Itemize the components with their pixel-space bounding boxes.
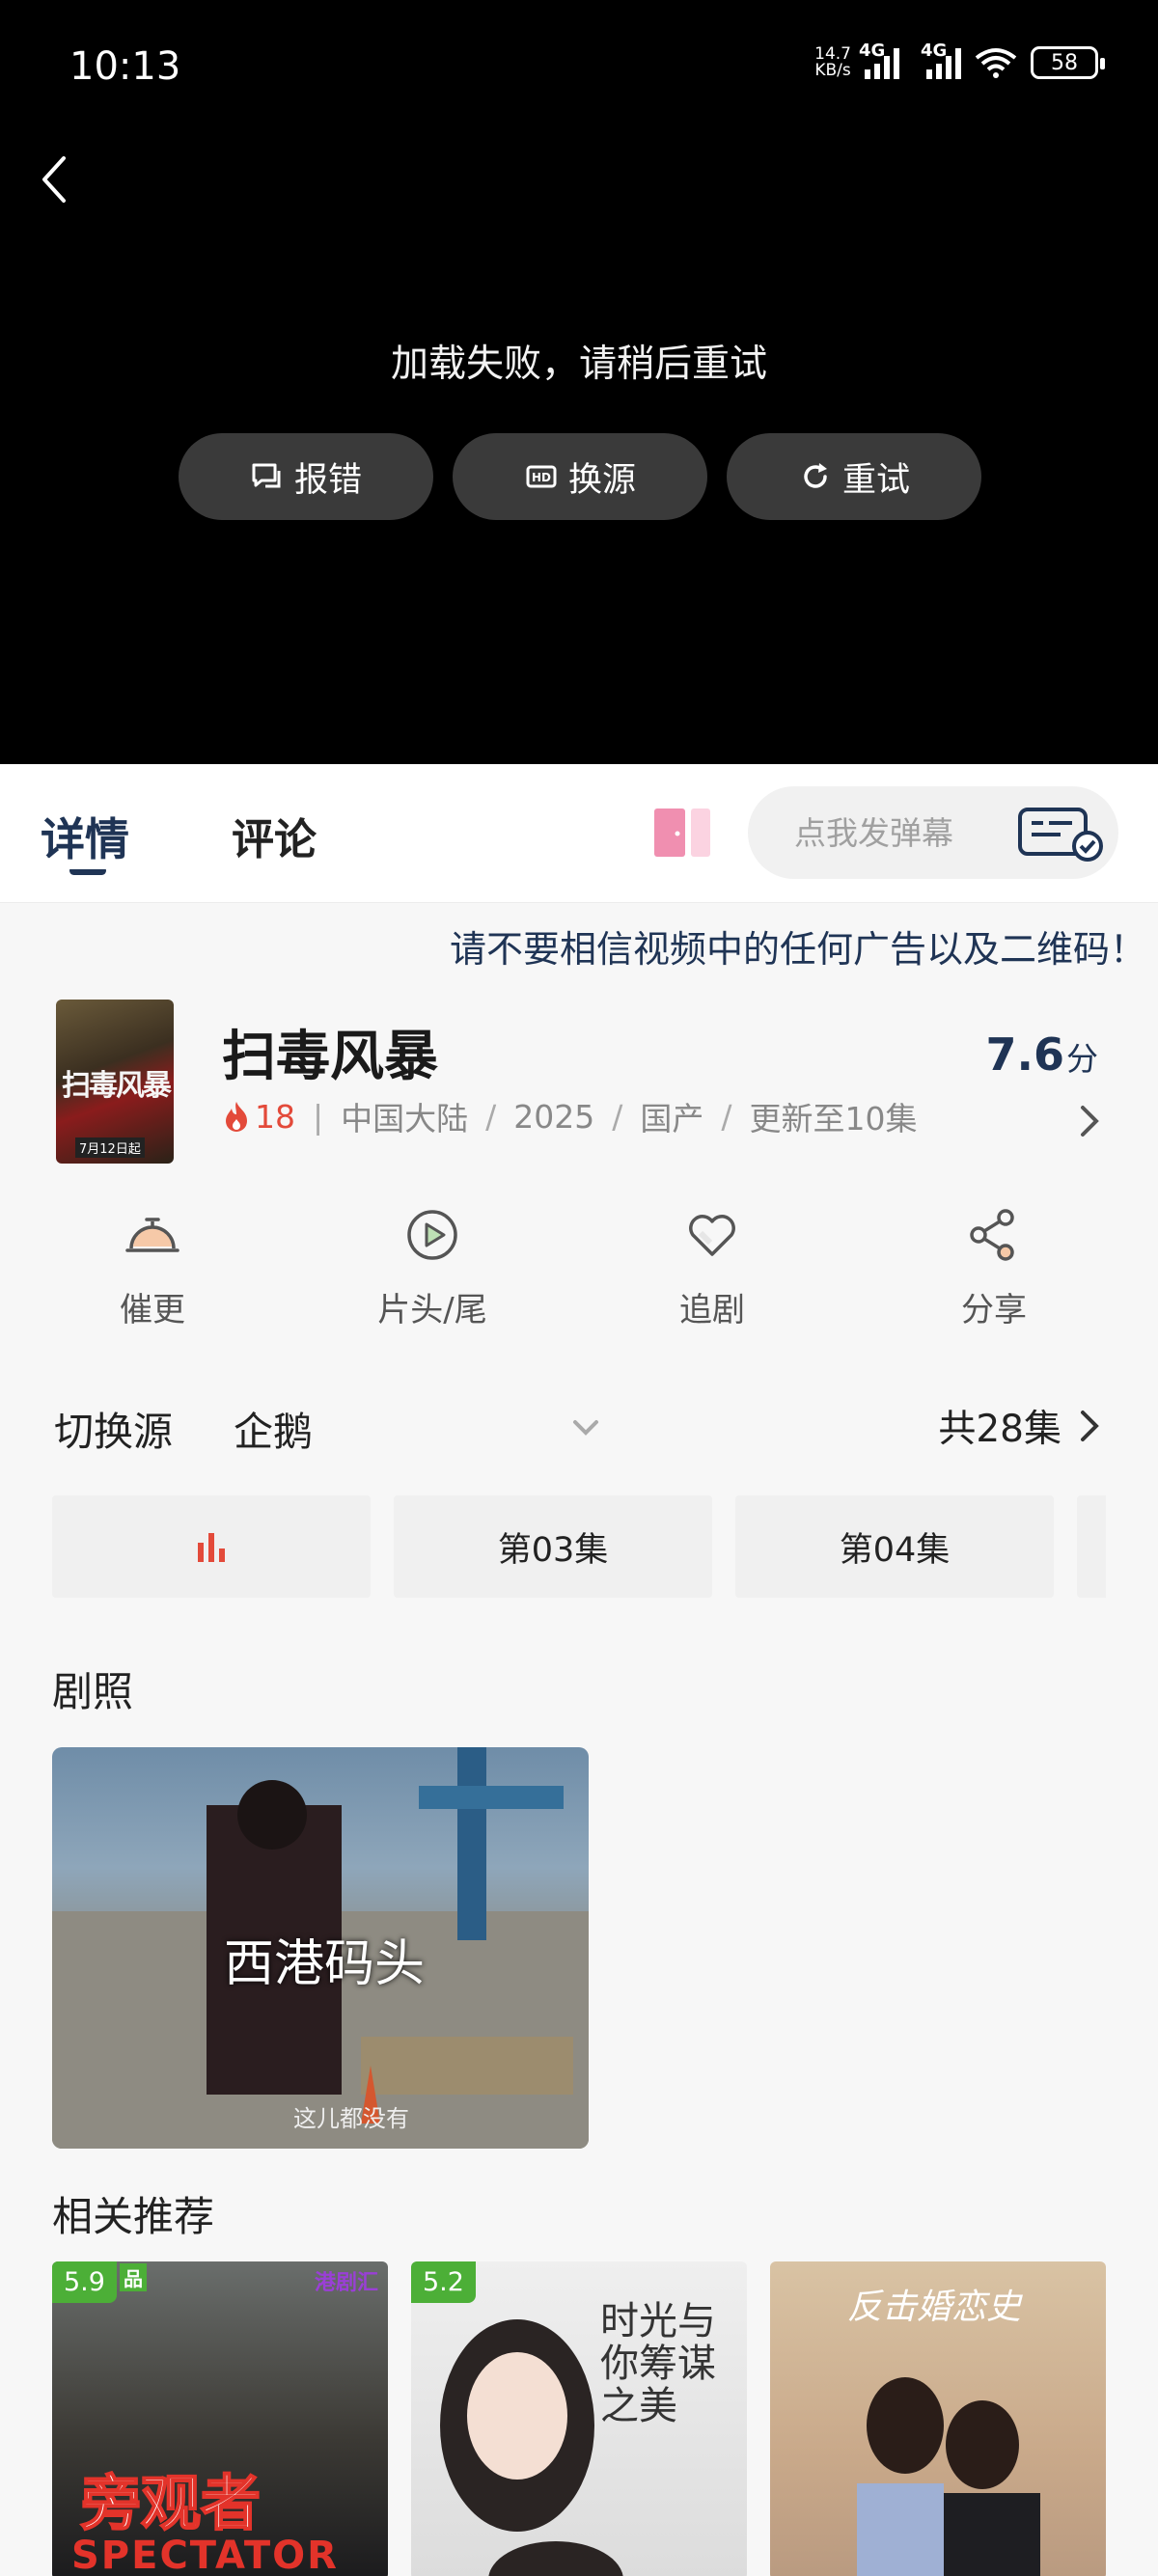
- flame-icon: [226, 1102, 247, 1132]
- net-speed: 14.7 KB/s: [814, 44, 851, 80]
- report-error-button[interactable]: 报错: [179, 433, 433, 520]
- show-score: 7.6分: [985, 1028, 1099, 1081]
- danmu-input[interactable]: [794, 813, 987, 852]
- skip-intro-outro-button[interactable]: 片头/尾: [317, 1204, 548, 1330]
- door-icon[interactable]: [652, 805, 712, 861]
- chevron-right-icon: [1081, 1411, 1099, 1441]
- recommend-card[interactable]: 5.9 品 港剧汇 旁观者 SPECTATOR: [52, 2261, 388, 2576]
- hd-source-icon: HD: [526, 465, 557, 488]
- bell-icon: [125, 1218, 179, 1252]
- back-arrow-icon[interactable]: [35, 151, 73, 208]
- episode-playing[interactable]: [52, 1495, 371, 1598]
- episode-total-link[interactable]: 共28集: [938, 1399, 1100, 1453]
- chevron-down-icon[interactable]: [569, 1411, 602, 1443]
- recommend-card[interactable]: 5.2 时光与你筹谋之美: [411, 2261, 747, 2576]
- corner-tag: 品: [120, 2263, 147, 2291]
- heart-icon: [689, 1215, 735, 1256]
- share-icon: [970, 1209, 1014, 1261]
- show-meta: 18 | 中国大陆 / 2025 / 国产 / 更新至10集: [222, 1093, 917, 1139]
- retry-button[interactable]: 重试: [727, 433, 981, 520]
- share-button[interactable]: 分享: [878, 1204, 1110, 1330]
- episode-item[interactable]: 第04集: [735, 1495, 1054, 1598]
- remind-update-button[interactable]: 催更: [37, 1204, 268, 1330]
- load-error-message: 加载失败，请稍后重试: [390, 343, 767, 386]
- video-player[interactable]: 10:13 14.7 KB/s 4G 4G 58 加载失败，请稍后重试 报错 H…: [0, 0, 1158, 764]
- poster-title: 扫毒风暴: [62, 1069, 172, 1103]
- recommend-subtitle-text: SPECTATOR: [71, 2534, 339, 2576]
- show-category: 国产: [640, 1100, 704, 1137]
- refresh-icon: [804, 463, 827, 488]
- danmu-settings-icon[interactable]: [1016, 804, 1105, 863]
- report-icon: [252, 463, 281, 488]
- episode-item[interactable]: [1077, 1495, 1106, 1598]
- play-circle-icon: [407, 1210, 457, 1260]
- playing-bars-icon: [198, 1533, 225, 1562]
- recommend-title: 相关推荐: [52, 2193, 215, 2240]
- svg-text:HD: HD: [532, 471, 551, 484]
- battery-icon: 58: [1031, 46, 1105, 79]
- wifi-icon: [975, 48, 1017, 78]
- status-icons: 14.7 KB/s 4G 4G 58: [814, 41, 1105, 80]
- recommend-title-text: 旁观者: [80, 2467, 262, 2539]
- signal-icon: 4G: [859, 41, 899, 79]
- episode-list: 第03集 第04集: [52, 1495, 1106, 1598]
- ad-warning-notice: 请不要相信视频中的任何广告以及二维码！: [449, 928, 1146, 971]
- episode-item[interactable]: 第03集: [394, 1495, 712, 1598]
- tab-comments[interactable]: 评论: [232, 805, 317, 866]
- show-status: 更新至10集: [749, 1100, 918, 1137]
- recommend-list: 5.9 品 港剧汇 旁观者 SPECTATOR 5.2 时光与你筹谋之美 反击婚…: [52, 2261, 1106, 2576]
- action-bar: 催更 片头/尾 追剧 分享: [0, 1204, 1158, 1349]
- show-poster[interactable]: 扫毒风暴 7月12日起: [56, 1000, 174, 1164]
- still-caption: 西港码头: [224, 1935, 426, 1993]
- recommend-card[interactable]: 反击婚恋史: [770, 2261, 1106, 2576]
- source-label: 切换源: [54, 1409, 173, 1455]
- still-subtitle: 这儿都没有: [293, 2105, 409, 2132]
- follow-show-button[interactable]: 追剧: [596, 1204, 828, 1330]
- status-bar: 10:13 14.7 KB/s 4G 4G 58: [0, 0, 1158, 135]
- danmu-input-box[interactable]: [748, 786, 1118, 879]
- error-actions: 报错 HD 换源 重试: [179, 433, 981, 520]
- status-time: 10:13: [69, 44, 181, 89]
- poster-date: 7月12日起: [75, 1137, 145, 1158]
- score-badge: 5.9: [52, 2261, 117, 2303]
- switch-source-button[interactable]: HD 换源: [453, 433, 707, 520]
- signal-icon: 4G: [921, 41, 961, 79]
- heat-indicator: 18: [222, 1098, 295, 1136]
- tab-detail[interactable]: 详情: [41, 805, 129, 875]
- stills-title: 剧照: [52, 1668, 134, 1715]
- source-current[interactable]: 企鹅: [234, 1399, 313, 1457]
- chevron-right-icon[interactable]: [1075, 1100, 1104, 1142]
- recommend-title-text: 时光与你筹谋之美: [600, 2299, 716, 2428]
- still-image[interactable]: 西港码头 这儿都没有: [52, 1747, 589, 2149]
- source-selector: 切换源 企鹅 共28集: [0, 1389, 1158, 1466]
- show-title: 扫毒风暴: [222, 1026, 438, 1088]
- channel-tag: 港剧汇: [314, 2271, 378, 2295]
- show-year: 2025: [513, 1097, 595, 1136]
- recommend-title-text: 反击婚恋史: [847, 2288, 1022, 2327]
- tab-indicator: [69, 866, 106, 875]
- show-region: 中国大陆: [341, 1100, 469, 1137]
